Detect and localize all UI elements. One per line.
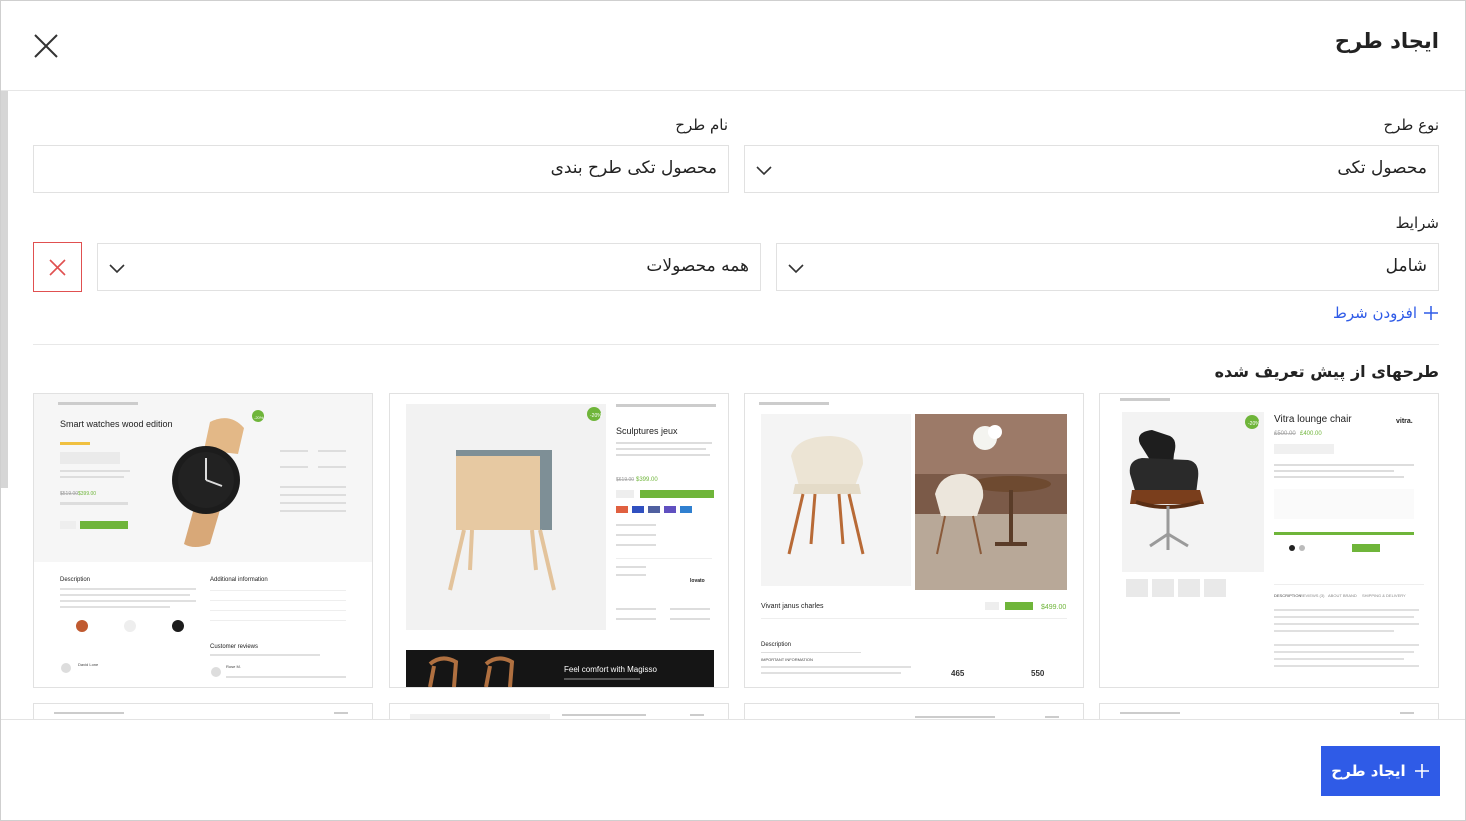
modal-header: ایجاد طرح	[1, 1, 1465, 91]
background-scroll-edge	[1, 91, 8, 488]
card-number: 465	[951, 669, 965, 678]
card-heading: Sculptures jeux	[616, 426, 678, 436]
template-type-label: نوع طرح	[1383, 116, 1439, 134]
card-heading: Vitra lounge chair	[1274, 414, 1352, 425]
add-condition-button[interactable]: افزودن شرط	[1333, 304, 1439, 322]
card-tab: DESCRIPTION	[1274, 593, 1301, 598]
card-price-new: £400.00	[1300, 431, 1322, 437]
condition-target-value: همه محصولات	[646, 256, 749, 276]
card-reviewer: Rose M.	[226, 664, 241, 669]
card-tab: REVIEWS (3)	[1300, 593, 1325, 598]
card-tab: ABOUT BRAND	[1328, 593, 1357, 598]
template-card-vivant[interactable]: Vivant janus charles $499.00 Description…	[744, 393, 1084, 688]
condition-mode-select[interactable]: شامل	[776, 243, 1439, 291]
card-brand: vitra.	[1396, 418, 1413, 425]
template-card-sculptures[interactable]: -20% Sculptures jeux $619.00 $399.00 lov…	[389, 393, 729, 688]
card-price-new: $399.00	[78, 491, 96, 497]
card-badge: -20%	[590, 413, 602, 419]
plus-icon	[1424, 306, 1438, 320]
close-icon[interactable]	[31, 31, 61, 61]
card-price-new: $399.00	[636, 477, 658, 483]
conditions-label: شرایط	[1395, 214, 1439, 232]
modal-title: ایجاد طرح	[1334, 29, 1439, 53]
condition-mode-value: شامل	[1385, 256, 1427, 276]
card-price-old: $619.00	[616, 477, 634, 483]
card-desc-title: Description	[761, 642, 791, 648]
card-reviews-title: Customer reviews	[210, 644, 258, 650]
card-price-old: £500.00	[1274, 431, 1296, 437]
close-icon	[49, 259, 66, 276]
template-card-vitra[interactable]: -20% Vitra lounge chair vitra. £500.00 £…	[1099, 393, 1439, 688]
plus-icon	[1414, 764, 1429, 778]
create-template-modal: ایجاد طرح نوع طرح محصول تکی نام طرح محصو…	[0, 0, 1466, 821]
card-reviewer: David Lone	[78, 662, 99, 667]
template-name-value: محصول تکی طرح بندی	[550, 158, 717, 178]
card-badge: -20%	[254, 415, 264, 420]
card-price-new: $499.00	[1041, 604, 1066, 611]
template-type-select[interactable]: محصول تکی	[744, 145, 1439, 193]
card-banner-text: Feel comfort with Magisso	[564, 665, 657, 674]
card-number: 550	[1031, 669, 1045, 678]
create-template-button[interactable]: ایجاد طرح	[1321, 746, 1440, 796]
card-info-title: Additional information	[210, 577, 268, 583]
card-sub-title: IMPORTANT INFORMATION	[761, 657, 813, 662]
template-card-watches[interactable]: Smart watches wood edition $519.00 $399.…	[33, 393, 373, 688]
template-type-value: محصول تکی	[1337, 158, 1427, 178]
card-badge: -20%	[1248, 421, 1260, 427]
remove-condition-button[interactable]	[33, 242, 82, 292]
condition-target-select[interactable]: همه محصولات	[97, 243, 761, 291]
card-price-old: $519.00	[60, 491, 78, 497]
create-template-label: ایجاد طرح	[1331, 762, 1406, 780]
template-name-input[interactable]: محصول تکی طرح بندی	[33, 145, 729, 193]
modal-footer: ایجاد طرح	[1, 719, 1465, 820]
chevron-down-icon	[788, 264, 804, 274]
template-name-label: نام طرح	[675, 116, 728, 134]
chevron-down-icon	[109, 264, 125, 274]
predefined-templates-title: طرحهای از پیش تعریف شده	[1214, 362, 1439, 381]
card-heading: Smart watches wood edition	[60, 419, 173, 429]
card-heading: Vivant janus charles	[761, 603, 824, 610]
card-tab: SHIPPING & DELIVERY	[1362, 593, 1406, 598]
card-brand: lovato	[690, 578, 705, 584]
divider	[33, 344, 1439, 345]
card-desc-title: Description	[60, 577, 90, 583]
add-condition-label: افزودن شرط	[1332, 304, 1417, 322]
chevron-down-icon	[756, 166, 772, 176]
